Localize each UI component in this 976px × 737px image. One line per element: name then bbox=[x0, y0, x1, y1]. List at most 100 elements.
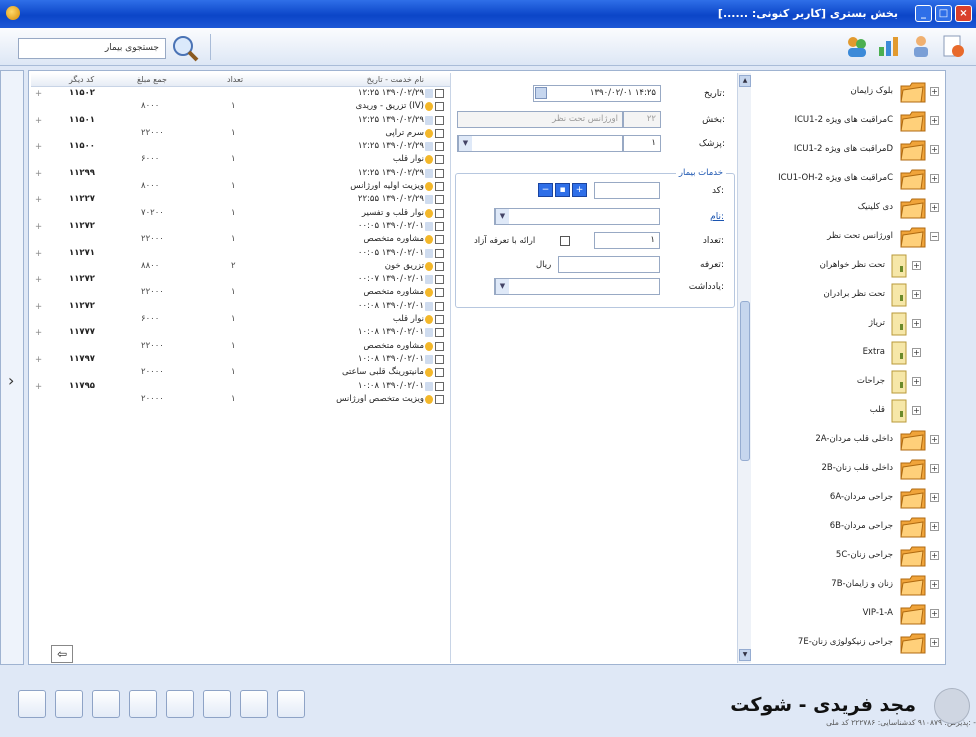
table-row[interactable]: +۱۱۵۰۰ ۱۲:۲۵ ۱۳۹۰/۰۲/۲۹ bbox=[31, 140, 450, 153]
expand-toggle[interactable]: + bbox=[930, 493, 939, 502]
doctor-code-field[interactable]: ۱ bbox=[623, 135, 661, 152]
maximize-button[interactable]: □ bbox=[935, 5, 952, 22]
col-code-header[interactable]: کد دیگر bbox=[69, 75, 94, 84]
doctor-icon[interactable] bbox=[55, 690, 83, 718]
document-icon[interactable] bbox=[240, 690, 268, 718]
expand-toggle[interactable]: + bbox=[930, 435, 939, 444]
qty-field[interactable]: ۱ bbox=[594, 232, 660, 249]
chart-icon[interactable] bbox=[876, 33, 902, 59]
row-checkbox[interactable] bbox=[435, 102, 444, 112]
expand-icon[interactable]: + bbox=[35, 222, 42, 232]
expand-toggle[interactable]: + bbox=[912, 406, 921, 415]
row-checkbox[interactable] bbox=[435, 155, 444, 165]
row-checkbox[interactable] bbox=[435, 89, 444, 98]
chevron-down-icon[interactable]: ▼ bbox=[495, 209, 509, 224]
row-checkbox[interactable] bbox=[435, 394, 444, 404]
row-checkbox[interactable] bbox=[435, 182, 444, 192]
table-row[interactable]: ۸۰۰۰ ۱ تزریق - وریدی (IV) bbox=[31, 100, 450, 113]
remove-button[interactable]: − bbox=[538, 183, 553, 197]
table-row[interactable]: +۱۱۲۷۲ ۰۰:۰۸ ۱۳۹۰/۰۲/۰۱ bbox=[31, 300, 450, 313]
table-row[interactable]: +۱۱۷۹۵ ۱۰:۰۸ ۱۳۹۰/۰۲/۰۱ bbox=[31, 380, 450, 393]
table-row[interactable]: ۲۰۰۰۰ ۱ ویزیت متخصص اورژانس bbox=[31, 393, 450, 406]
row-checkbox[interactable] bbox=[435, 328, 444, 338]
expand-icon[interactable]: + bbox=[35, 382, 42, 392]
scroll-thumb[interactable] bbox=[740, 301, 750, 461]
expand-toggle[interactable]: + bbox=[930, 145, 939, 154]
expand-toggle[interactable]: + bbox=[930, 580, 939, 589]
row-checkbox[interactable] bbox=[435, 275, 444, 285]
doctor-name-select[interactable]: ▼ bbox=[457, 135, 623, 152]
tariff-field[interactable] bbox=[558, 256, 660, 273]
calendar-icon[interactable] bbox=[535, 87, 547, 99]
table-row[interactable]: ۲۰۰۰۰ ۱ مانیتورینگ قلبی ساعتی bbox=[31, 366, 450, 379]
expand-toggle[interactable]: + bbox=[930, 522, 939, 531]
table-row[interactable]: +۱۱۵۰۲ ۱۲:۲۵ ۱۳۹۰/۰۲/۲۹ bbox=[31, 87, 450, 100]
expand-icon[interactable]: + bbox=[35, 89, 42, 99]
move-button[interactable]: ▪ bbox=[555, 183, 570, 197]
expand-toggle[interactable]: + bbox=[930, 464, 939, 473]
row-checkbox[interactable] bbox=[435, 248, 444, 258]
back-arrow-button[interactable]: ⇦ bbox=[51, 645, 73, 663]
chevron-down-icon[interactable]: ▼ bbox=[495, 279, 509, 294]
add-button[interactable]: + bbox=[572, 183, 587, 197]
row-checkbox[interactable] bbox=[435, 341, 444, 351]
scroll-up-icon[interactable]: ▲ bbox=[739, 75, 751, 87]
notes-icon[interactable] bbox=[129, 690, 157, 718]
tree-item[interactable]: +7E-جراحی زنیکولوژی زنان bbox=[751, 626, 945, 660]
consult-icon[interactable] bbox=[166, 690, 194, 718]
expand-icon[interactable]: + bbox=[35, 355, 42, 365]
table-row[interactable]: +۱۱۷۹۷ ۱۰:۰۸ ۱۳۹۰/۰۲/۰۱ bbox=[31, 353, 450, 366]
expand-icon[interactable]: + bbox=[35, 116, 42, 126]
form-icon[interactable] bbox=[940, 33, 966, 59]
expand-toggle[interactable]: + bbox=[930, 203, 939, 212]
tree-scrollbar[interactable]: ▲ ▼ bbox=[737, 73, 751, 663]
table-row[interactable]: ۸۰۰۰ ۱ ویزیت اولیه اورژانس bbox=[31, 180, 450, 193]
table-row[interactable]: +۱۱۲۷۱ ۰۰:۰۵ ۱۳۹۰/۰۲/۰۱ bbox=[31, 247, 450, 260]
side-collapse-strip[interactable]: › bbox=[0, 70, 24, 665]
expand-toggle[interactable]: + bbox=[930, 174, 939, 183]
patient-icon[interactable] bbox=[203, 690, 231, 718]
table-row[interactable]: +۱۱۵۰۱ ۱۲:۲۵ ۱۳۹۰/۰۲/۲۹ bbox=[31, 114, 450, 127]
col-desc-header[interactable]: نام خدمت - تاریخ bbox=[367, 75, 424, 84]
table-row[interactable]: +۱۱۲۷۲ ۰۰:۰۵ ۱۳۹۰/۰۲/۰۱ bbox=[31, 220, 450, 233]
table-row[interactable]: +۱۱۲۷۲ ۰۰:۰۷ ۱۳۹۰/۰۲/۰۱ bbox=[31, 273, 450, 286]
table-row[interactable]: ۲۲۰۰۰ ۱ سرم تراپی bbox=[31, 127, 450, 140]
table-row[interactable]: ۸۸۰۰ ۲ تزریق خون bbox=[31, 260, 450, 273]
free-tariff-checkbox[interactable] bbox=[560, 236, 570, 246]
table-row[interactable]: ۶۰۰۰ ۱ نوار قلب bbox=[31, 313, 450, 326]
table-row[interactable]: ۷۰۲۰۰ ۱ نوار قلب و تفسیر bbox=[31, 207, 450, 220]
user-icon[interactable] bbox=[908, 33, 934, 59]
row-checkbox[interactable] bbox=[435, 115, 444, 125]
report-icon[interactable] bbox=[92, 690, 120, 718]
expand-toggle[interactable]: + bbox=[912, 319, 921, 328]
expand-toggle[interactable]: + bbox=[930, 638, 939, 647]
expand-icon[interactable]: + bbox=[35, 275, 42, 285]
chevron-down-icon[interactable]: ▼ bbox=[458, 136, 472, 151]
search-icon[interactable] bbox=[170, 33, 200, 63]
row-checkbox[interactable] bbox=[435, 354, 444, 364]
refresh-icon[interactable] bbox=[18, 690, 46, 718]
table-row[interactable]: ۲۲۰۰۰ ۱ مشاوره متخصص bbox=[31, 340, 450, 353]
expand-toggle[interactable]: + bbox=[912, 290, 921, 299]
expand-toggle[interactable]: + bbox=[912, 261, 921, 270]
expand-toggle[interactable]: + bbox=[930, 551, 939, 560]
service-code-field[interactable] bbox=[594, 182, 660, 199]
row-checkbox[interactable] bbox=[435, 221, 444, 231]
date-field[interactable]: ۱۳۹۰/۰۲/۰۱ ۱۴:۲۵ bbox=[533, 85, 661, 102]
name-link[interactable]: نام: bbox=[710, 212, 724, 222]
expand-icon[interactable]: + bbox=[35, 302, 42, 312]
row-checkbox[interactable] bbox=[435, 301, 444, 311]
table-row[interactable]: ۲۲۰۰۰ ۱ مشاوره متخصص bbox=[31, 286, 450, 299]
service-name-select[interactable]: ▼ bbox=[494, 208, 660, 225]
expand-toggle[interactable]: + bbox=[930, 116, 939, 125]
minimize-button[interactable]: _ bbox=[915, 5, 932, 22]
row-checkbox[interactable] bbox=[435, 142, 444, 152]
expand-toggle[interactable]: + bbox=[930, 87, 939, 96]
expand-icon[interactable]: + bbox=[35, 328, 42, 338]
row-checkbox[interactable] bbox=[435, 195, 444, 205]
col-amount-header[interactable]: جمع مبلغ bbox=[137, 75, 167, 84]
expand-icon[interactable]: + bbox=[35, 169, 42, 179]
row-checkbox[interactable] bbox=[435, 261, 444, 271]
row-checkbox[interactable] bbox=[435, 128, 444, 138]
row-checkbox[interactable] bbox=[435, 288, 444, 298]
